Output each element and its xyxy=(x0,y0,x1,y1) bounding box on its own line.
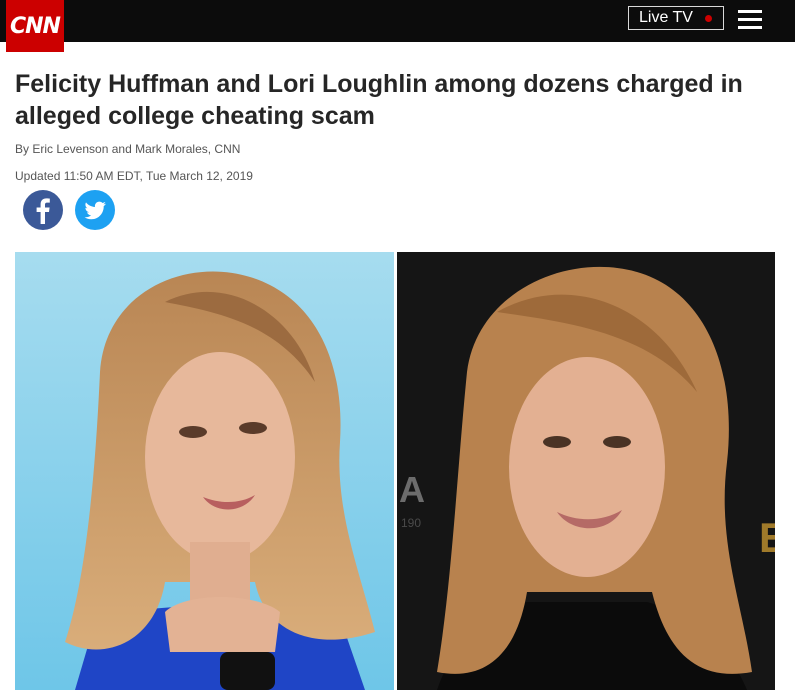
live-tv-button[interactable]: Live TV xyxy=(628,6,724,30)
svg-text:A: A xyxy=(399,469,425,510)
portrait-illustration-right: A 190 E xyxy=(399,266,775,690)
live-indicator-dot-icon xyxy=(705,15,712,22)
logo-text: CNN xyxy=(10,13,61,39)
svg-text:E: E xyxy=(759,514,775,561)
cnn-logo[interactable]: CNN xyxy=(6,0,64,52)
live-tv-label: Live TV xyxy=(639,9,693,26)
facebook-share-button[interactable] xyxy=(23,190,63,230)
portrait-illustration xyxy=(65,271,375,690)
photo-lori-loughlin xyxy=(15,252,394,690)
svg-text:190: 190 xyxy=(401,516,421,530)
article-byline: By Eric Levenson and Mark Morales, CNN xyxy=(15,142,241,156)
hamburger-menu-icon[interactable] xyxy=(738,10,762,30)
photo-felicity-huffman: A 190 E xyxy=(397,252,775,690)
article-headline: Felicity Huffman and Lori Loughlin among… xyxy=(15,70,743,130)
top-navigation-bar: CNN Live TV xyxy=(0,0,795,52)
article-timestamp: Updated 11:50 AM EDT, Tue March 12, 2019 xyxy=(15,169,253,183)
facebook-icon xyxy=(36,198,50,224)
twitter-share-button[interactable] xyxy=(75,190,115,230)
twitter-icon xyxy=(84,201,106,220)
